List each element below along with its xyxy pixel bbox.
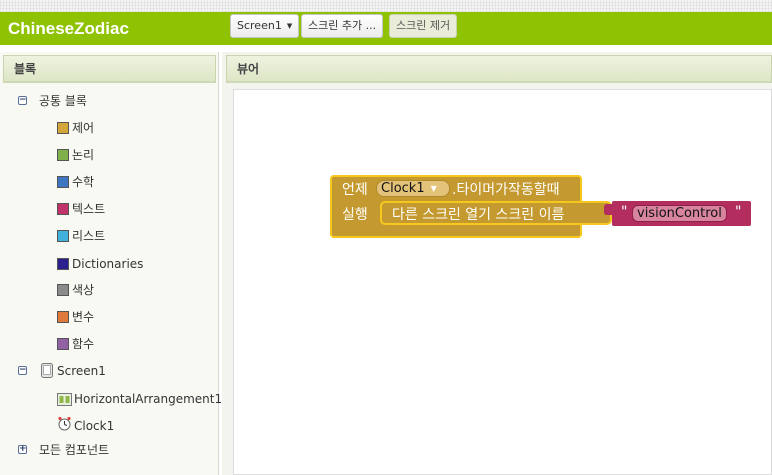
tree-clock1[interactable]: Clock1 <box>57 416 114 434</box>
text-value-field[interactable]: visionControl <box>632 205 727 222</box>
variables-swatch-icon <box>57 311 69 323</box>
open-another-screen-block[interactable]: 다른 스크린 열기 스크린 이름 <box>380 201 612 225</box>
tree-item-logic[interactable]: 논리 <box>57 146 94 164</box>
tree-item-label: 색상 <box>72 283 95 297</box>
tree-screen1-label: Screen1 <box>57 364 106 378</box>
tree-item-label: Dictionaries <box>72 257 144 271</box>
text-string-block[interactable]: " visionControl " <box>604 201 751 226</box>
open-quote-label: " <box>621 204 628 220</box>
collapse-screen-icon[interactable]: − <box>18 366 27 375</box>
tree-clock1-label: Clock1 <box>74 419 115 433</box>
tree-item-label: 수학 <box>72 175 95 189</box>
tree-item-control[interactable]: 제어 <box>57 119 94 137</box>
math-swatch-icon <box>57 176 69 188</box>
tree-any-component-label[interactable]: 모든 컴포넌트 <box>39 441 109 459</box>
screen-icon <box>41 363 53 378</box>
open-screen-label: 다른 스크린 열기 스크린 이름 <box>392 207 565 223</box>
tree-item-math[interactable]: 수학 <box>57 173 94 191</box>
tree-item-lists[interactable]: 리스트 <box>57 227 105 245</box>
event-do-label: 실행 <box>342 207 368 223</box>
add-screen-button[interactable]: 스크린 추가 ... <box>301 14 384 38</box>
event-when-label: 언제 <box>342 182 368 198</box>
close-quote-label: " <box>735 204 742 220</box>
chevron-down-icon: ▼ <box>286 22 293 30</box>
tree-item-label: 변수 <box>72 310 95 324</box>
tree-item-dictionaries[interactable]: Dictionaries <box>57 255 143 273</box>
blocks-panel-header: 블록 <box>3 55 216 83</box>
tree-item-label: 논리 <box>72 148 95 162</box>
tree-item-label: 함수 <box>72 337 95 351</box>
remove-screen-button[interactable]: 스크린 제거 <box>389 14 458 38</box>
tree-builtin-label[interactable]: 공통 블록 <box>39 92 87 110</box>
text-swatch-icon <box>57 203 69 215</box>
blocks-workspace[interactable] <box>233 89 772 475</box>
tree-item-colors[interactable]: 색상 <box>57 281 94 299</box>
component-dropdown[interactable]: Clock1 ▼ <box>376 180 450 197</box>
top-strip <box>0 0 772 12</box>
screen-select-label: Screen1 <box>237 19 282 32</box>
screen-select-dropdown[interactable]: Screen1 ▼ <box>230 14 300 38</box>
tree-item-text[interactable]: 텍스트 <box>57 200 105 218</box>
event-name-label: .타이머가작동할때 <box>452 182 560 198</box>
colors-swatch-icon <box>57 284 69 296</box>
collapse-builtin-icon[interactable]: − <box>18 96 27 105</box>
tree-item-variables[interactable]: 변수 <box>57 308 94 326</box>
tree-horizontal-arrangement1-label: HorizontalArrangement1 <box>74 392 223 406</box>
component-dropdown-label: Clock1 <box>381 181 425 196</box>
logic-swatch-icon <box>57 149 69 161</box>
chevron-down-icon: ▼ <box>430 184 437 193</box>
expand-any-component-icon[interactable]: + <box>18 445 27 454</box>
tree-item-label: 제어 <box>72 121 95 135</box>
control-swatch-icon <box>57 122 69 134</box>
procedures-swatch-icon <box>57 338 69 350</box>
text-value-label: visionControl <box>637 206 722 221</box>
tree-screen1[interactable]: Screen1 <box>41 362 106 380</box>
tree-item-label: 리스트 <box>72 229 106 243</box>
toolbar: ChineseZodiac Screen1 ▼ 스크린 추가 ... 스크린 제거 <box>0 12 772 45</box>
viewer-panel-header: 뷰어 <box>226 55 772 83</box>
horizontal-arrangement-icon <box>57 393 72 406</box>
tree-horizontal-arrangement1[interactable]: HorizontalArrangement1 <box>57 390 222 408</box>
dictionaries-swatch-icon <box>57 258 69 270</box>
app-title: ChineseZodiac <box>8 19 129 38</box>
clock-icon <box>58 416 71 431</box>
tree-item-label: 텍스트 <box>72 202 106 216</box>
puzzle-connector-icon <box>604 204 614 215</box>
lists-swatch-icon <box>57 230 69 242</box>
tree-item-procedures[interactable]: 함수 <box>57 335 94 353</box>
